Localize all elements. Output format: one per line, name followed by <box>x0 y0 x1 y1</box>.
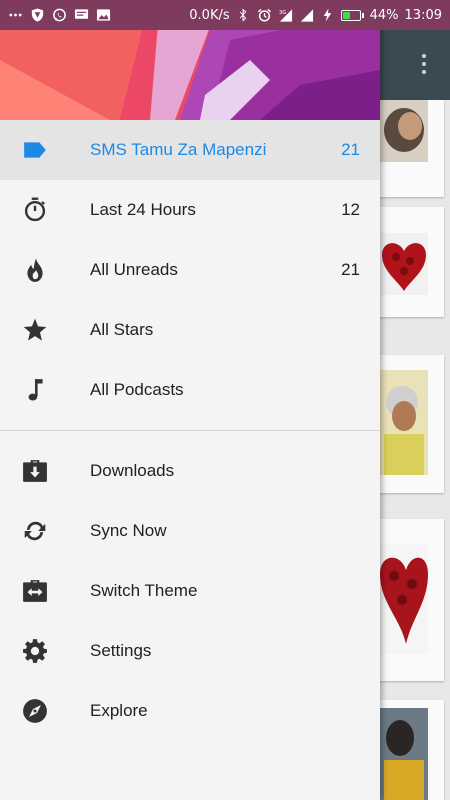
label-icon <box>22 137 48 163</box>
drawer-item-last-24-hours[interactable]: Last 24 Hours 12 <box>0 180 380 240</box>
card-thumbnail <box>380 100 428 162</box>
feed-card[interactable] <box>380 700 444 800</box>
drawer-item-label: All Podcasts <box>90 380 184 399</box>
charging-icon <box>320 8 335 22</box>
bluetooth-icon <box>236 8 251 22</box>
drawer-item-label: Last 24 Hours <box>90 200 196 219</box>
drawer-item-label: Sync Now <box>90 521 167 540</box>
svg-text:3G: 3G <box>279 10 286 16</box>
fire-icon <box>22 257 48 283</box>
drawer-item-settings[interactable]: Settings <box>0 621 380 681</box>
sync-icon <box>22 518 48 544</box>
drawer-item-explore[interactable]: Explore <box>0 681 380 741</box>
navigation-drawer: SMS Tamu Za Mapenzi 21 Last 24 Hours 12 … <box>0 0 380 800</box>
drawer-item-switch-theme[interactable]: Switch Theme <box>0 561 380 621</box>
drawer-item-label: Settings <box>90 641 152 660</box>
music-note-icon <box>22 377 48 403</box>
stopwatch-icon <box>22 197 48 223</box>
switch-theme-icon <box>22 578 48 604</box>
signal-icon <box>299 8 314 22</box>
drawer-item-downloads[interactable]: Downloads <box>0 441 380 501</box>
clock: 13:09 <box>404 7 442 23</box>
drawer-item-label: All Stars <box>90 320 154 339</box>
more-icon <box>8 8 23 22</box>
drawer-menu: SMS Tamu Za Mapenzi 21 Last 24 Hours 12 … <box>0 120 380 741</box>
message-icon <box>74 8 89 22</box>
card-thumbnail <box>380 370 428 475</box>
feed-card[interactable] <box>380 355 444 493</box>
status-bar: 0.0K/s 3G 44% 13:09 <box>0 0 450 30</box>
battery-percent: 44% <box>369 7 399 23</box>
card-thumbnail <box>380 233 428 295</box>
battery-icon <box>340 9 364 21</box>
drawer-item-all-unreads[interactable]: All Unreads 21 <box>0 240 380 300</box>
drawer-item-sync-now[interactable]: Sync Now <box>0 501 380 561</box>
drawer-item-label: Explore <box>90 701 148 720</box>
drawer-item-label: Downloads <box>90 461 175 480</box>
download-icon <box>22 458 48 484</box>
unread-count: 21 <box>341 140 360 159</box>
drawer-item-label: SMS Tamu Za Mapenzi <box>90 140 267 159</box>
feed-card[interactable] <box>380 100 444 197</box>
alarm-icon <box>257 8 272 22</box>
star-icon <box>22 317 48 343</box>
feed-card[interactable] <box>380 207 444 317</box>
signal-3g-icon: 3G <box>278 8 293 22</box>
drawer-item-label: All Unreads <box>90 260 178 279</box>
unread-count: 12 <box>341 200 360 219</box>
gear-icon <box>22 638 48 664</box>
feed-card[interactable] <box>380 519 444 681</box>
shield-icon <box>30 8 45 22</box>
image-icon <box>96 8 111 22</box>
background-app-bar <box>380 30 450 100</box>
network-speed: 0.0K/s <box>189 7 230 23</box>
drawer-item-label: Switch Theme <box>90 581 198 600</box>
drawer-item-all-podcasts[interactable]: All Podcasts <box>0 360 380 420</box>
whatsapp-icon <box>52 8 67 22</box>
drawer-item-all-stars[interactable]: All Stars <box>0 300 380 360</box>
drawer-item-sms-tamu-za-mapenzi[interactable]: SMS Tamu Za Mapenzi 21 <box>0 120 380 180</box>
overflow-menu-icon[interactable] <box>422 54 426 74</box>
menu-divider <box>0 430 380 431</box>
card-thumbnail <box>380 544 428 654</box>
unread-count: 21 <box>341 260 360 279</box>
card-thumbnail <box>380 708 428 800</box>
compass-icon <box>22 698 48 724</box>
